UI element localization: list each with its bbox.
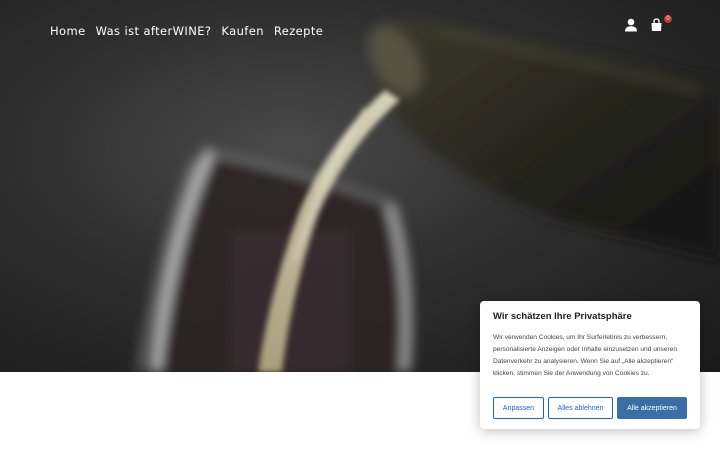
nav-was-ist-afterwine[interactable]: Was ist afterWINE? — [96, 24, 212, 38]
cookie-banner-buttons: Anpassen Alles ablehnen Alle akzeptieren — [493, 397, 687, 419]
cookie-consent-banner: Wir schätzen Ihre Privatsphäre Wir verwe… — [480, 301, 700, 429]
nav-home[interactable]: Home — [50, 24, 86, 38]
main-navigation: Home Was ist afterWINE? Kaufen Rezepte — [50, 24, 323, 38]
header-icons: 0 — [624, 15, 672, 34]
reject-all-button[interactable]: Alles ablehnen — [548, 397, 613, 419]
nav-rezepte[interactable]: Rezepte — [274, 24, 323, 38]
customize-button[interactable]: Anpassen — [493, 397, 544, 419]
user-icon[interactable] — [624, 18, 640, 34]
cookie-banner-title: Wir schätzen Ihre Privatsphäre — [493, 311, 632, 322]
cart-count-badge: 0 — [664, 15, 672, 23]
shopping-bag-icon[interactable]: 0 — [650, 15, 672, 34]
cookie-banner-text: Wir verwenden Cookies, um Ihr Surferlebn… — [493, 334, 678, 377]
nav-kaufen[interactable]: Kaufen — [221, 24, 264, 38]
accept-all-button[interactable]: Alle akzeptieren — [617, 397, 687, 419]
